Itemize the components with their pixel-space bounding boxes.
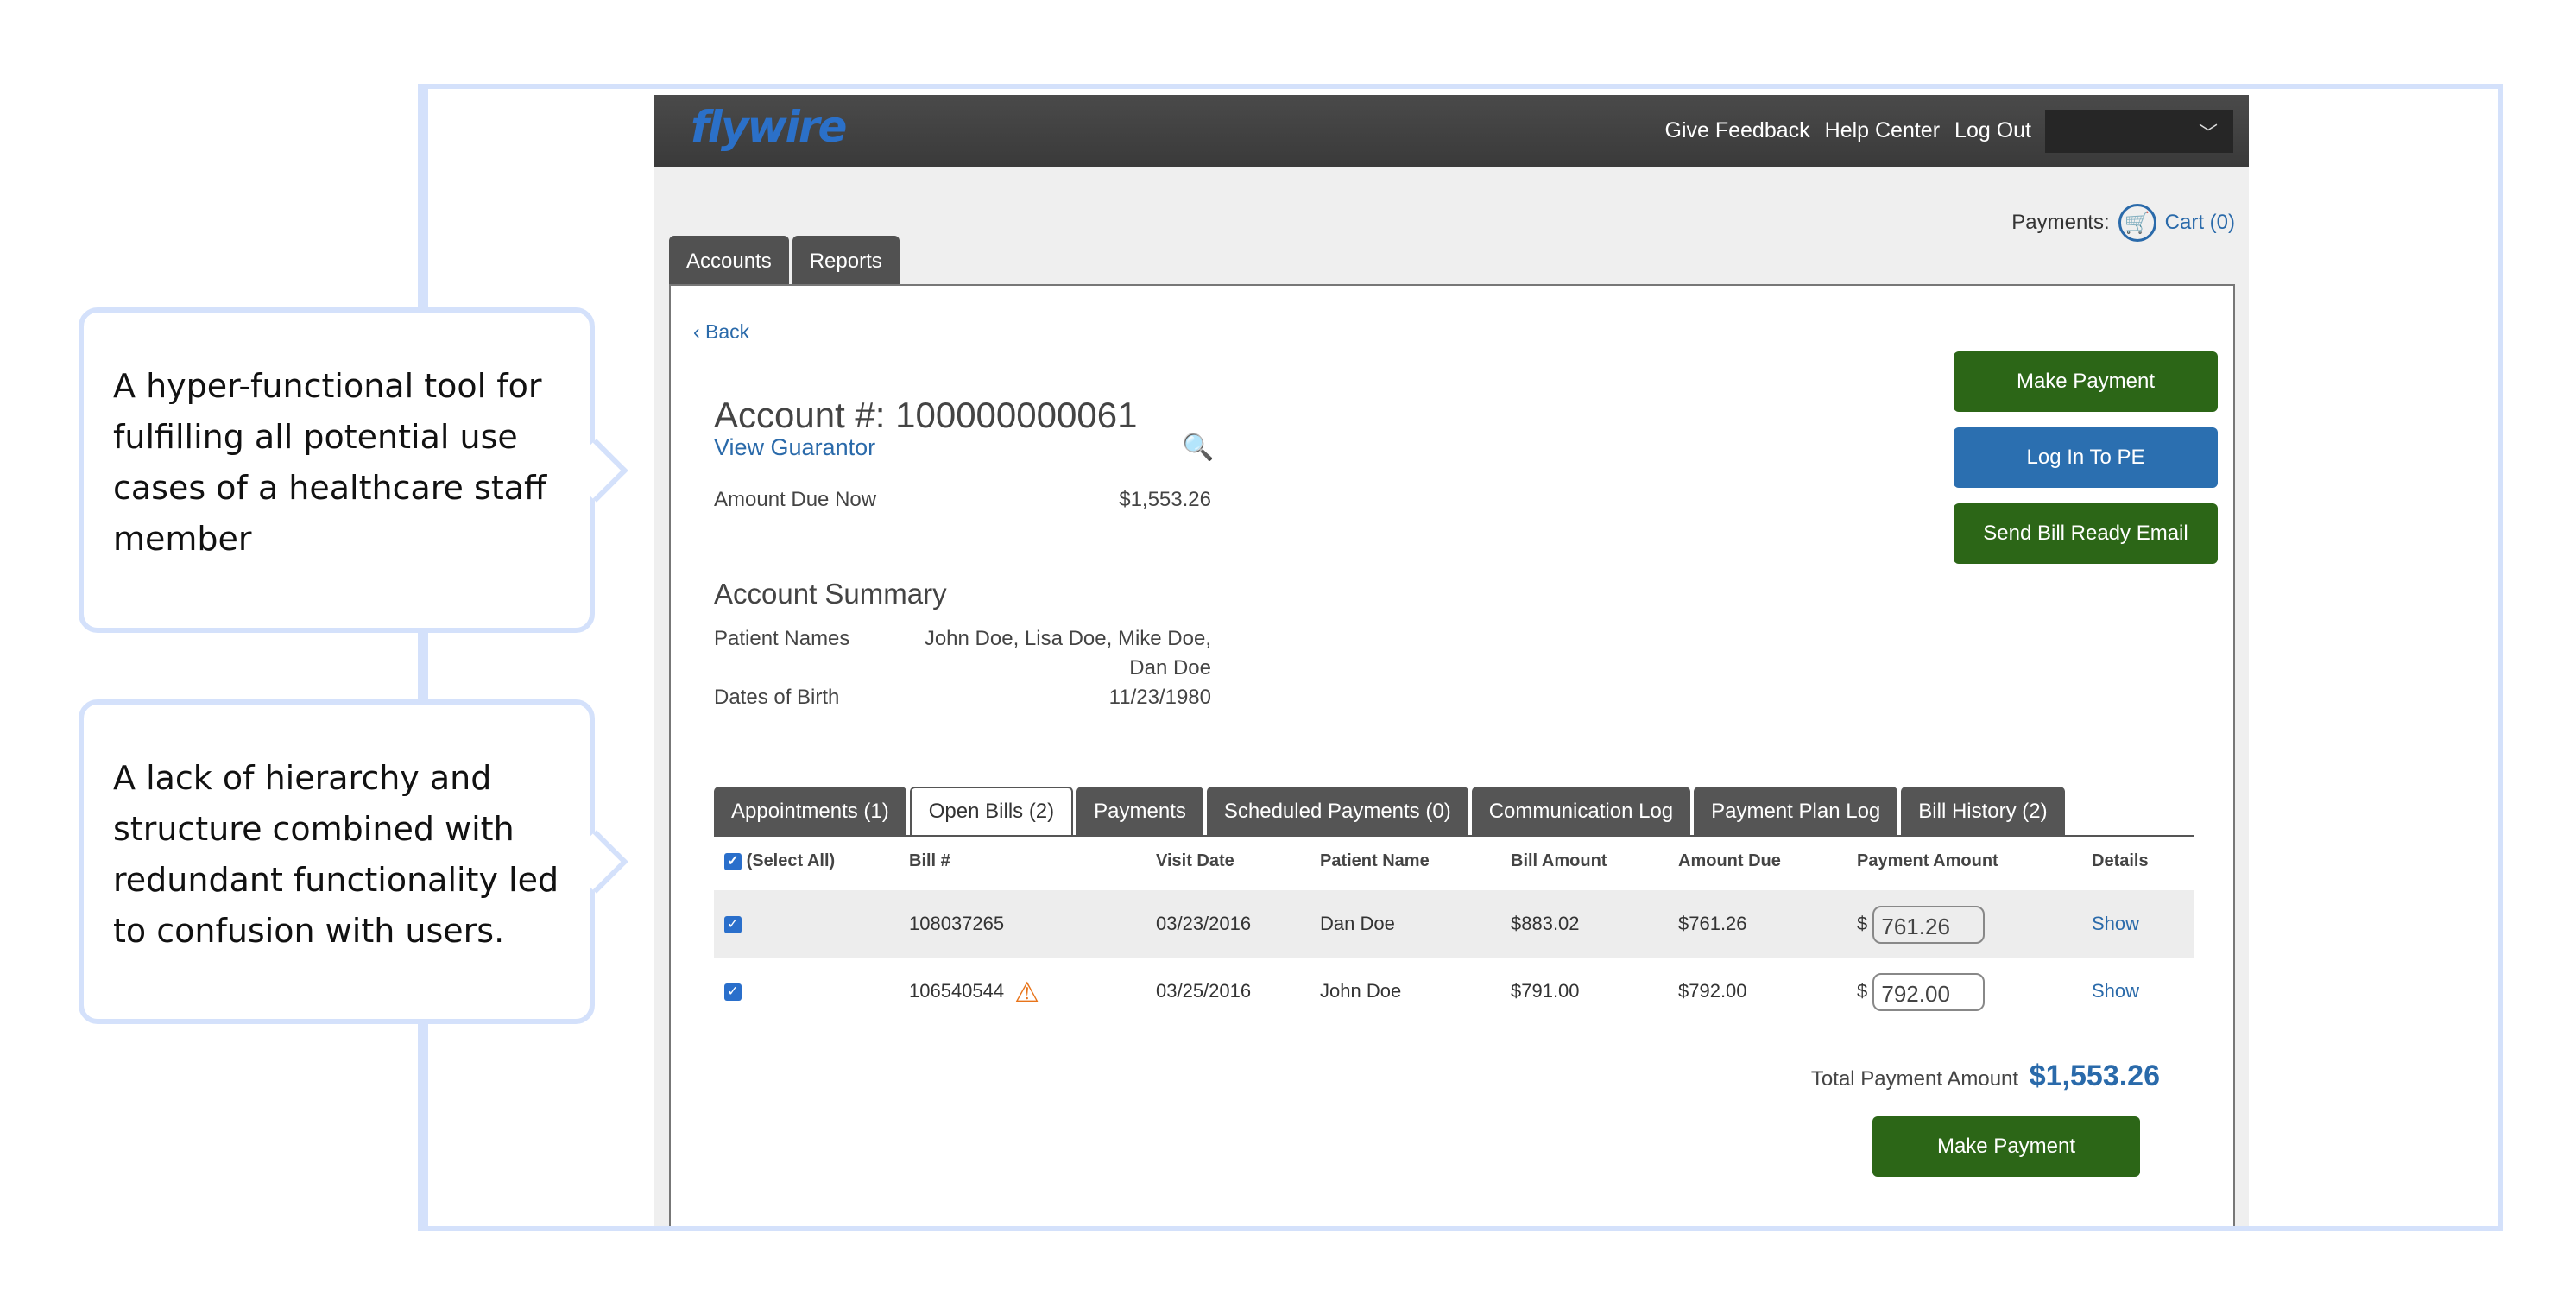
amount-due-value: $1,553.26 (1119, 488, 1211, 511)
account-number-title: Account #: 100000000061 (714, 395, 1138, 435)
give-feedback-link[interactable]: Give Feedback (1665, 118, 1810, 143)
column-header-bill-amount: Bill Amount (1511, 851, 1607, 870)
amount-due: $792.00 (1678, 980, 1747, 1002)
total-payment-label: Total Payment Amount (1810, 1067, 2019, 1091)
patient-name: Dan Doe (1320, 913, 1395, 934)
visit-date: 03/23/2016 (1156, 913, 1252, 934)
dob-label: Dates of Birth (714, 686, 840, 709)
dob-row: Dates of Birth 11/23/1980 (714, 686, 1211, 710)
bill-amount: $791.00 (1511, 980, 1580, 1002)
callout-text: A hyper-functional tool for fulfilling a… (113, 367, 547, 558)
select-all-label[interactable]: (Select All) (747, 851, 836, 870)
log-out-link[interactable]: Log Out (1954, 118, 2031, 143)
send-bill-ready-email-button[interactable]: Send Bill Ready Email (1954, 503, 2218, 564)
select-all-header: ✓ (Select All) (724, 851, 835, 871)
make-payment-bottom-button[interactable]: Make Payment (1872, 1116, 2140, 1177)
patient-names-row: Patient Names John Doe, Lisa Doe, Mike D… (714, 627, 1211, 687)
account-panel: ‹ Back Account #: 100000000061 View Guar… (669, 284, 2235, 1226)
log-in-to-pe-button[interactable]: Log In To PE (1954, 427, 2218, 488)
amount-due-label: Amount Due Now (714, 488, 877, 511)
show-details-link[interactable]: Show (2092, 958, 2139, 1025)
chevron-down-icon: ﹀ (2198, 123, 2218, 144)
tab-payments[interactable]: Payments (1076, 787, 1203, 835)
total-payment: Total Payment Amount $1,553.26 (1811, 1059, 2160, 1093)
show-details-link[interactable]: Show (2092, 890, 2139, 958)
tab-bill-history[interactable]: Bill History (2) (1901, 787, 2065, 835)
app-window: flywire Give Feedback Help Center Log Ou… (654, 95, 2249, 1226)
tab-payment-plan-log[interactable]: Payment Plan Log (1694, 787, 1898, 835)
bill-number: 106540544 (909, 980, 1005, 1002)
column-header-visit-date: Visit Date (1156, 851, 1234, 870)
help-center-link[interactable]: Help Center (1825, 118, 1940, 143)
payment-amount-cell: $ 761.26 (1857, 890, 1986, 958)
column-header-payment-amount: Payment Amount (1857, 851, 1998, 870)
back-link[interactable]: ‹ Back (693, 320, 749, 344)
flywire-logo[interactable]: flywire (691, 102, 847, 152)
payment-amount-input[interactable]: 792.00 (1872, 973, 1986, 1012)
account-summary-title: Account Summary (714, 578, 947, 610)
tab-scheduled-payments[interactable]: Scheduled Payments (0) (1206, 787, 1468, 835)
payment-amount-cell: $ 792.00 (1857, 958, 1986, 1025)
column-header-patient-name: Patient Name (1320, 851, 1430, 870)
table-row: ✓ 106540544 ⚠ 03/25/2016 John Doe $791.0… (714, 958, 2194, 1025)
row-checkbox[interactable]: ✓ (724, 890, 742, 958)
magnifier-icon[interactable]: 🔍 (1182, 433, 1214, 463)
currency-prefix: $ (1857, 913, 1868, 934)
cart-area: Payments: 🛒 Cart (0) (2011, 204, 2235, 242)
top-bar: flywire Give Feedback Help Center Log Ou… (654, 95, 2249, 167)
currency-prefix: $ (1857, 980, 1868, 1002)
total-payment-value: $1,553.26 (2029, 1059, 2160, 1092)
dob-value: 11/23/1980 (1108, 686, 1211, 709)
select-all-checkbox[interactable]: ✓ (724, 852, 742, 870)
callout-hyper-functional: A hyper-functional tool for fulfilling a… (79, 307, 628, 633)
patient-names-line1: John Doe, Lisa Doe, Mike Doe, (924, 627, 1211, 650)
make-payment-button[interactable]: Make Payment (1954, 351, 2218, 412)
tab-open-bills[interactable]: Open Bills (2) (909, 787, 1074, 835)
top-links: Give Feedback Help Center Log Out (1665, 95, 2032, 167)
amount-due-row: Amount Due Now $1,553.26 (714, 488, 1211, 512)
patient-names-label: Patient Names (714, 627, 850, 650)
cart-icon[interactable]: 🛒 (2118, 204, 2156, 242)
patient-names-line2: Dan Doe (1129, 656, 1211, 680)
view-guarantor-link[interactable]: View Guarantor (714, 434, 875, 461)
amount-due: $761.26 (1678, 913, 1747, 934)
account-selector-dropdown[interactable]: ﹀ (2045, 110, 2233, 153)
bill-amount: $883.02 (1511, 913, 1580, 934)
table-row: ✓ 108037265 03/23/2016 Dan Doe $883.02 $… (714, 890, 2194, 958)
payments-label: Payments: (2011, 211, 2110, 234)
account-sub-tabs: Appointments (1) Open Bills (2) Payments… (714, 787, 2065, 835)
column-header-amount-due: Amount Due (1678, 851, 1781, 870)
tab-accounts[interactable]: Accounts (669, 236, 789, 284)
row-checkbox[interactable]: ✓ (724, 958, 742, 1025)
warning-icon[interactable]: ⚠ (1014, 958, 1039, 1026)
main-tabs: Accounts Reports (669, 236, 900, 284)
tab-communication-log[interactable]: Communication Log (1471, 787, 1691, 835)
column-header-bill: Bill # (909, 851, 950, 870)
payment-amount-input[interactable]: 761.26 (1872, 906, 1986, 945)
callout-text: A lack of hierarchy and structure combin… (113, 759, 559, 950)
column-header-details: Details (2092, 851, 2149, 870)
tab-divider (714, 835, 2194, 837)
patient-name: John Doe (1320, 980, 1402, 1002)
tab-appointments[interactable]: Appointments (1) (714, 787, 906, 835)
bill-number-cell: 106540544 ⚠ (909, 958, 1039, 1025)
callout-lack-of-hierarchy: A lack of hierarchy and structure combin… (79, 699, 628, 1024)
visit-date: 03/25/2016 (1156, 980, 1252, 1002)
cart-link[interactable]: Cart (0) (2165, 211, 2235, 235)
tab-reports[interactable]: Reports (792, 236, 900, 284)
bill-number: 108037265 (909, 913, 1005, 934)
